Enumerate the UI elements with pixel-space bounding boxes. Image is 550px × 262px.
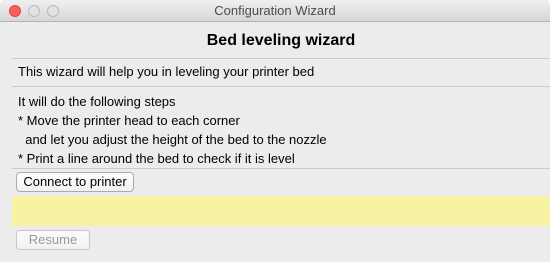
- window-title: Configuration Wizard: [214, 3, 336, 18]
- configuration-wizard-window: Configuration Wizard Bed leveling wizard…: [0, 0, 550, 262]
- steps-line: and let you adjust the height of the bed…: [18, 132, 327, 147]
- connect-to-printer-button[interactable]: Connect to printer: [16, 172, 134, 192]
- steps-divider: [12, 168, 550, 169]
- steps-line: * Print a line around the bed to check i…: [18, 151, 295, 166]
- status-message-bar: [12, 196, 550, 226]
- resume-button: Resume: [16, 230, 90, 250]
- title-bar[interactable]: Configuration Wizard: [0, 0, 550, 22]
- steps-line: It will do the following steps: [18, 94, 176, 109]
- steps-line: * Move the printer head to each corner: [18, 113, 240, 128]
- wizard-heading: Bed leveling wizard: [206, 32, 356, 49]
- heading-divider: [12, 58, 550, 59]
- wizard-intro-text: This wizard will help you in leveling yo…: [18, 64, 315, 79]
- intro-divider: [12, 86, 550, 87]
- steps-list: It will do the following steps * Move th…: [18, 92, 327, 168]
- wizard-page: Bed leveling wizard This wizard will hel…: [12, 22, 550, 262]
